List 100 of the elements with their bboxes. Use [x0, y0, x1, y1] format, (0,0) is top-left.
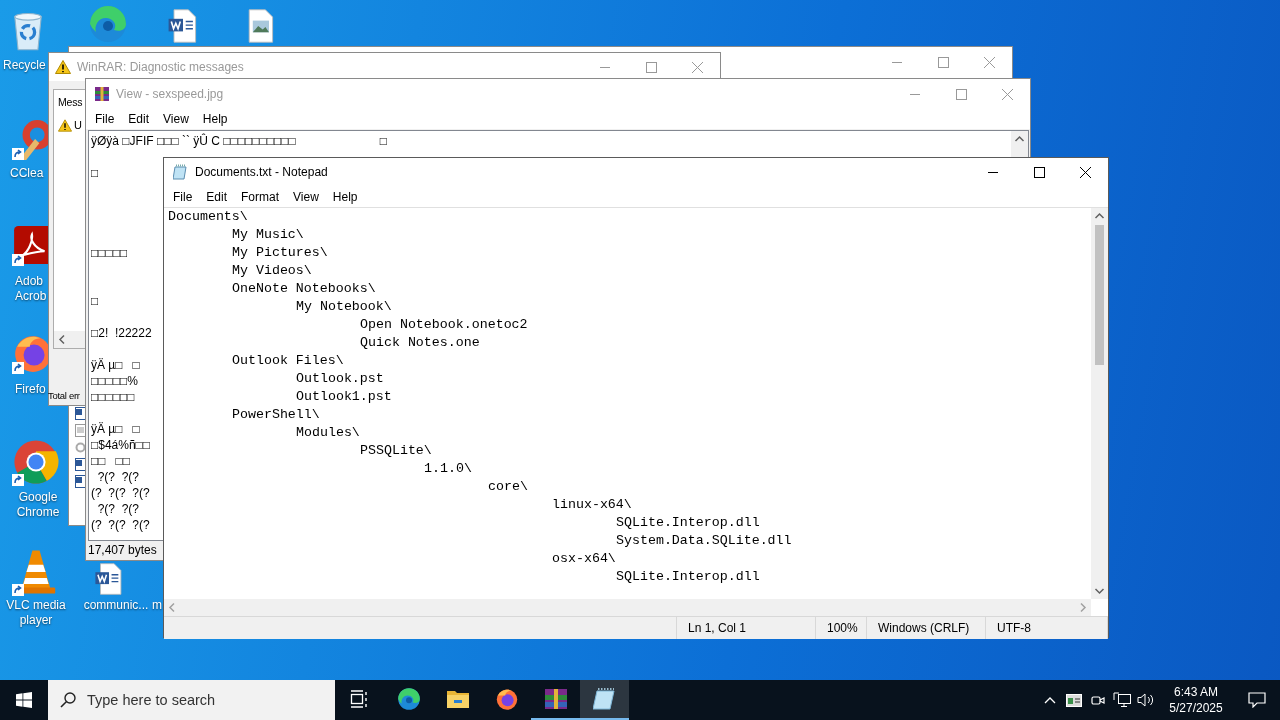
text-line: PowerShell\	[232, 407, 320, 422]
text-line: ÿÄ µ□ □	[91, 357, 140, 373]
menu-item[interactable]: File	[166, 187, 200, 206]
status-text: Ln 1, Col 1	[688, 620, 747, 637]
icon-label: CClea	[10, 166, 44, 181]
window-icon[interactable]	[1066, 693, 1082, 707]
scrollbar-thumb[interactable]	[1095, 225, 1104, 365]
notepad-icon[interactable]	[592, 687, 617, 711]
status-text: UTF-8	[997, 620, 1031, 637]
text-line: PSSQLite\	[360, 443, 432, 458]
firefox-icon[interactable]	[494, 687, 519, 711]
text-line: □□□□□	[91, 245, 128, 261]
app-icon	[94, 86, 110, 102]
icon-label: Firefo	[15, 382, 46, 397]
text-line: Outlook.pst	[296, 371, 384, 386]
menu-item[interactable]: File	[88, 110, 122, 128]
text-line: linux-x64\	[552, 497, 632, 512]
text-line: Modules\	[296, 425, 360, 440]
text-line: Outlook1.pst	[296, 389, 392, 404]
close-icon[interactable]	[1079, 166, 1091, 178]
status-text: 17,407 bytes	[88, 542, 157, 559]
books-icon[interactable]	[543, 687, 568, 711]
text-line: SQLite.Interop.dll	[616, 515, 760, 530]
document-icon	[75, 475, 86, 488]
text-line: SQLite.Interop.dll	[616, 569, 760, 584]
document-icon	[75, 407, 86, 420]
menu-item[interactable]: Edit	[199, 187, 235, 206]
text-line: □	[91, 293, 99, 309]
text-line: My Notebook\	[296, 299, 392, 314]
text-line: 1.1.0\	[424, 461, 472, 476]
menu-item[interactable]: View	[286, 187, 326, 206]
text-line: ?(? ?(?	[96, 501, 140, 517]
icon-label: Google	[18, 490, 58, 505]
icon-label: Acrob	[15, 289, 47, 304]
menu-item[interactable]: Help	[325, 187, 365, 206]
text-line: ÿÄ µ□ □	[91, 421, 140, 437]
icon-label: VLC media	[6, 598, 66, 613]
time-text: 6:43 AM	[1174, 684, 1218, 700]
status-text: 100%	[827, 620, 858, 637]
text-line: core\	[488, 479, 528, 494]
icon-label: communic...	[83, 598, 149, 613]
text-line: Quick Notes.one	[360, 335, 480, 350]
warning-icon	[58, 118, 72, 132]
message-text[interactable]: U	[74, 116, 82, 134]
text-line: □2! !22222	[91, 325, 152, 341]
edge-icon[interactable]	[396, 687, 421, 711]
icon-label: player	[19, 613, 53, 628]
text-line: □□□□□□	[91, 389, 135, 405]
text-line: □	[379, 133, 388, 149]
status-text: Total err	[48, 389, 80, 403]
search-icon	[60, 692, 76, 708]
document-icon	[75, 458, 86, 471]
window-title: Documents.txt - Notepad	[195, 164, 328, 181]
taskbar-button[interactable]	[580, 680, 629, 720]
window-title: View - sexspeed.jpg	[116, 86, 224, 103]
text-line: System.Data.SQLite.dll	[616, 533, 792, 548]
text-line: My Music\	[232, 227, 304, 242]
shortcut-arrow-icon	[12, 362, 24, 374]
text-line: OneNote Notebooks\	[232, 281, 376, 296]
menu-item[interactable]: Help	[195, 110, 235, 128]
text-line: (? ?(? ?(?	[91, 517, 150, 533]
maximize-icon[interactable]	[1033, 166, 1045, 178]
icon-label: Adob	[15, 274, 45, 289]
menu-item[interactable]: View	[156, 110, 196, 128]
text-line: My Videos\	[232, 263, 312, 278]
clock[interactable]: 6:43 AM 5/27/2025	[1158, 684, 1234, 716]
text-line: □□ □□	[91, 453, 130, 469]
search-field[interactable]: Type here to search	[48, 680, 335, 720]
network-icon[interactable]	[1113, 692, 1131, 708]
shortcut-arrow-icon	[12, 254, 24, 266]
text-line: (? ?(? ?(?	[91, 485, 150, 501]
text-line: □$4á%ñ□□	[91, 437, 151, 453]
text-line: Documents\	[168, 209, 248, 224]
column-header: Mess	[58, 95, 83, 110]
notification-icon[interactable]	[1248, 692, 1266, 708]
text-line: My Pictures\	[232, 245, 328, 260]
windows-icon	[16, 692, 32, 708]
task-view-icon[interactable]	[349, 690, 370, 708]
text-line: Open Notebook.onetoc2	[360, 317, 528, 332]
date-text: 5/27/2025	[1169, 700, 1223, 716]
text-line: □□□□□%	[91, 373, 138, 389]
speaker-icon[interactable]	[1137, 692, 1155, 708]
status-text: Windows (CRLF)	[878, 620, 970, 637]
window-title: WinRAR: Diagnostic messages	[77, 59, 244, 76]
menu-item[interactable]: Edit	[121, 110, 157, 128]
text-line: □	[91, 165, 99, 181]
icon-label: Recycle	[3, 58, 46, 73]
warning-icon	[55, 60, 71, 74]
menu-item[interactable]: Format	[234, 187, 287, 206]
document-icon	[75, 424, 86, 437]
text-line: ?(? ?(?	[96, 469, 140, 485]
text-line: osx-x64\	[552, 551, 616, 566]
chrome-icon[interactable]	[12, 438, 60, 486]
shortcut-arrow-icon	[12, 148, 24, 160]
text-line: Outlook Files\	[232, 353, 344, 368]
vertical-scrollbar[interactable]	[1091, 208, 1108, 599]
shortcut-arrow-icon	[12, 474, 24, 486]
shortcut-arrow-icon	[12, 584, 24, 596]
chevron-up-icon[interactable]	[1044, 696, 1056, 704]
text-line: ÿØÿà □JFIF □□□ `` ÿÛ C □□□□□□□□□□	[91, 133, 296, 149]
